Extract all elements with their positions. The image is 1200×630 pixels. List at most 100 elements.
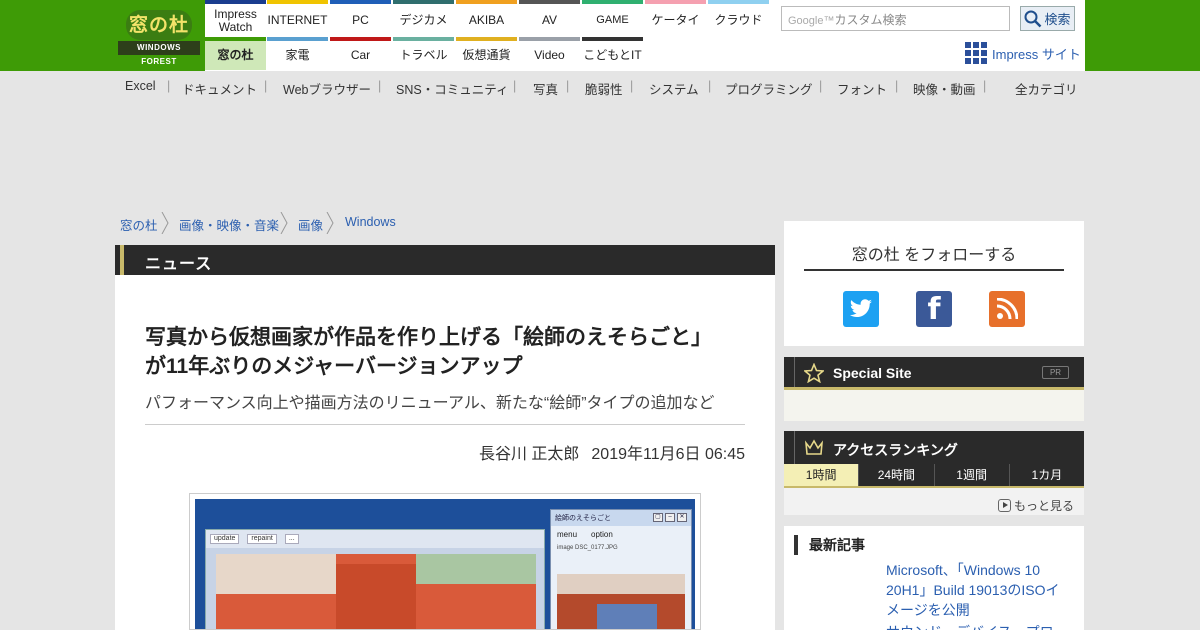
category-link[interactable]: SNS・コミュニティ [396, 79, 508, 98]
ranking-title: アクセスランキング [833, 442, 958, 458]
article-title: 写真から仮想画家が作品を作り上げる「絵師のえそらごと」 が11年ぶりのメジャーバ… [145, 323, 745, 381]
app-menu-item: menu [557, 530, 578, 539]
category-link[interactable]: 写真 [533, 79, 558, 98]
header-divider [794, 357, 795, 387]
category-link[interactable]: Excel [125, 79, 156, 93]
site-link-game[interactable]: GAME [582, 0, 643, 37]
ranking-tabs: 1時間 24時間 1週間 1カ月 [784, 464, 1084, 486]
facebook-icon[interactable]: f [916, 291, 952, 327]
site-link-madonomori[interactable]: 窓の杜 [205, 37, 266, 70]
follow-divider [804, 269, 1064, 271]
site-logo[interactable]: 窓の杜 WINDOWS FOREST [118, 8, 200, 66]
google-mark: Google™ [788, 15, 835, 27]
site-link-label: ケータイ [651, 13, 700, 27]
search-button[interactable]: 検索 [1020, 6, 1075, 31]
category-link[interactable]: 映像・動画 [913, 79, 976, 98]
logo-en-text: WINDOWS FOREST [118, 41, 200, 66]
logo-jp-text: 窓の杜 [126, 10, 192, 40]
more-link[interactable]: もっと見る [997, 497, 1074, 514]
category-link[interactable]: フォント [837, 79, 887, 98]
site-link-label: INTERNET [267, 13, 328, 27]
site-link-label: AV [541, 13, 558, 27]
more-label: もっと見る [1013, 499, 1074, 513]
header-divider [794, 431, 795, 464]
category-separator: | [708, 79, 712, 93]
category-separator: | [819, 79, 823, 93]
app-title: 絵師のえそらごと [555, 515, 611, 522]
app-main-window: update repaint ... [205, 529, 545, 629]
site-link-impress-watch[interactable]: Impress Watch [205, 0, 266, 37]
site-link-car[interactable]: Car [330, 37, 391, 70]
site-link-label: GAME [596, 14, 629, 26]
latest-article-link[interactable]: サウンド・デバイス・プロ [886, 622, 1071, 630]
painting-canvas [216, 554, 536, 629]
article-title-line: 写真から仮想画家が作品を作り上げる「絵師のえそらごと」 [145, 326, 712, 349]
site-link-video[interactable]: Video [519, 37, 580, 70]
article-screenshot[interactable]: update repaint ... 絵師のえそらごと ▢ – ✕ menu opt… [189, 493, 701, 630]
category-separator: | [264, 79, 268, 93]
ranking-tab-24h[interactable]: 24時間 [858, 464, 933, 486]
site-link-crypto[interactable]: 仮想通貨 [456, 37, 517, 70]
breadcrumb-link[interactable]: 画像・映像・音楽 [179, 215, 279, 234]
twitter-icon[interactable] [843, 291, 879, 327]
header-right-area [1085, 0, 1200, 71]
category-separator: | [895, 79, 899, 93]
site-link-cloud[interactable]: クラウド [708, 0, 769, 37]
section-label: ニュース [145, 256, 213, 273]
category-link[interactable]: プログラミング [725, 79, 813, 98]
ranking-tab-1m[interactable]: 1カ月 [1008, 464, 1084, 486]
article-byline: 長谷川 正太郎 2019年11月6日 06:45 [479, 440, 745, 464]
site-link-label: PC [352, 13, 369, 27]
site-link-dejikame[interactable]: デジカメ [393, 0, 454, 37]
site-link-label: Car [350, 48, 371, 62]
site-link-kaden[interactable]: 家電 [267, 37, 328, 70]
chevron-right-icon [326, 212, 334, 234]
search-input[interactable]: Google™カスタム検索 [781, 6, 1010, 31]
image-thumbnail [557, 574, 685, 629]
category-separator: | [983, 79, 987, 93]
latest-title: 最新記事 [794, 535, 865, 555]
category-nav: Excel | ドキュメント | Webブラウザー | SNS・コミュニティ | 写真 |… [115, 76, 1085, 98]
article-divider [145, 424, 745, 425]
app-button: repaint [247, 534, 277, 544]
site-link-label: Impress Watch [214, 6, 257, 34]
search-button-label: 検索 [1044, 12, 1071, 27]
article-subtitle: パフォーマンス向上や描画方法のリニューアル、新たな“絵師”タイプの追加など [145, 395, 715, 412]
rss-icon[interactable] [989, 291, 1025, 327]
site-link-kodomo-it[interactable]: こどもとIT [582, 37, 643, 70]
category-separator: | [378, 79, 382, 93]
category-link[interactable]: システム [649, 79, 699, 98]
site-link-label: トラベル [399, 48, 448, 62]
site-link-keitai[interactable]: ケータイ [645, 0, 706, 37]
app-toolbar: update repaint ... [206, 530, 544, 548]
site-link-internet[interactable]: INTERNET [267, 0, 328, 37]
site-link-travel[interactable]: トラベル [393, 37, 454, 70]
ranking-tab-1w[interactable]: 1週間 [933, 464, 1009, 486]
section-header: ニュース [115, 245, 775, 275]
site-link-label: AKIBA [468, 13, 505, 27]
breadcrumb-link[interactable]: Windows [345, 215, 396, 229]
special-site-header: Special Site PR [784, 357, 1084, 390]
site-link-label: クラウド [714, 13, 763, 27]
crown-icon [804, 439, 824, 455]
all-categories-link[interactable]: 全カテゴリ [1015, 79, 1078, 98]
site-link-av[interactable]: AV [519, 0, 580, 37]
pr-badge: PR [1042, 366, 1069, 379]
impress-sites-link[interactable]: Impress サイト [965, 42, 1081, 64]
impress-sites-nav: Impress Watch INTERNET PC デジカメ AKIBA AV … [205, 0, 771, 71]
breadcrumb-link[interactable]: 画像 [298, 215, 323, 234]
ranking-tab-1h[interactable]: 1時間 [784, 464, 859, 486]
breadcrumb-link[interactable]: 窓の杜 [120, 215, 158, 234]
category-link[interactable]: Webブラウザー [283, 79, 371, 98]
app-image-row: image DSC_0177.JPG [557, 545, 618, 551]
latest-article-link[interactable]: Microsoft、「Windows 10 20H1」Build 19013のI… [886, 560, 1071, 620]
section-accent [120, 245, 124, 275]
site-link-akiba[interactable]: AKIBA [456, 0, 517, 37]
site-link-label: こどもとIT [583, 48, 642, 62]
site-link-pc[interactable]: PC [330, 0, 391, 37]
category-separator: | [167, 79, 171, 93]
category-link[interactable]: 脆弱性 [585, 79, 623, 98]
app-title-bar: 絵師のえそらごと ▢ – ✕ [551, 510, 691, 526]
category-link[interactable]: ドキュメント [182, 79, 257, 98]
app-menu: menu option [551, 526, 691, 543]
